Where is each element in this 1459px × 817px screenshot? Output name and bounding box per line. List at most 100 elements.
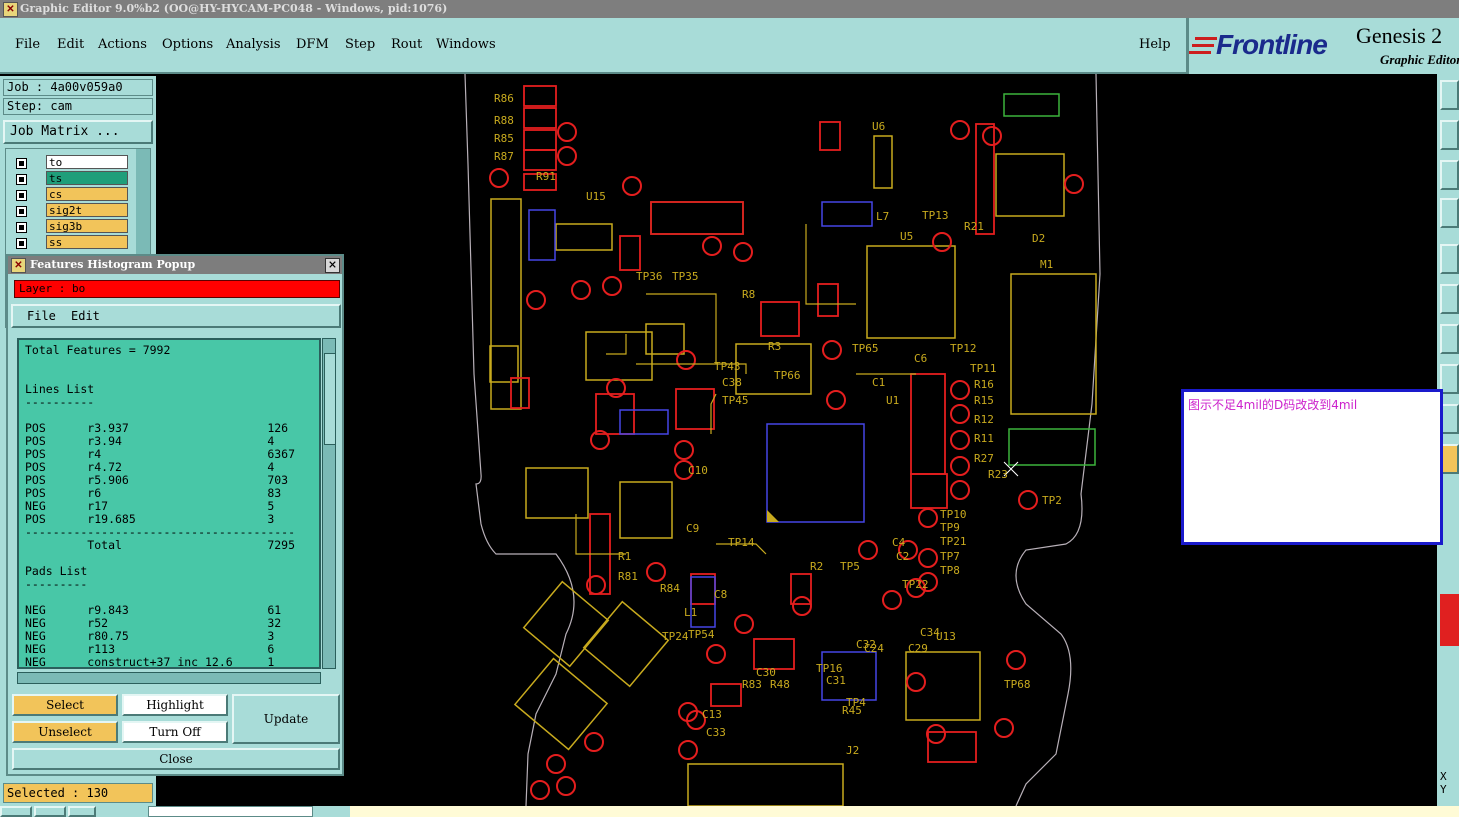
- selected-status: Selected : 130: [3, 783, 153, 803]
- layer-name[interactable]: sig3b: [46, 219, 128, 233]
- job-matrix-button[interactable]: Job Matrix ...: [3, 120, 153, 144]
- pcb-label: L7: [876, 210, 889, 223]
- menu-analysis[interactable]: Analysis: [226, 37, 281, 52]
- histogram-list: Total Features = 7992 Lines List ---------…: [17, 338, 321, 669]
- menu-edit[interactable]: Edit: [57, 37, 84, 52]
- histogram-vertical-scrollbar[interactable]: [322, 338, 336, 669]
- turn-off-button[interactable]: Turn Off: [122, 721, 228, 743]
- layer-name[interactable]: ts: [46, 171, 128, 185]
- toolbar-button-2[interactable]: [1440, 120, 1459, 150]
- close-button[interactable]: Close: [12, 748, 340, 770]
- menu-windows[interactable]: Windows: [436, 37, 496, 52]
- layer-row[interactable]: ss: [14, 235, 130, 251]
- brand-logo-text: Frontline: [1216, 29, 1328, 60]
- pcb-label: R84: [660, 582, 680, 595]
- pcb-label: TP14: [728, 536, 755, 549]
- popup-icon: ✕: [11, 258, 26, 273]
- popup-menu-edit[interactable]: Edit: [71, 309, 100, 323]
- scrollbar-thumb[interactable]: [324, 353, 336, 445]
- window-title-bar: ✕ Graphic Editor 9.0%b2 (OO@HY-HYCAM-PC0…: [0, 0, 1459, 18]
- pcb-label: C4: [892, 536, 906, 549]
- layer-name[interactable]: sig2t: [46, 203, 128, 217]
- bottom-status-bar: [0, 806, 1459, 817]
- pcb-label: C24: [864, 642, 884, 655]
- menu-file[interactable]: File: [15, 37, 40, 52]
- update-button[interactable]: Update: [232, 694, 340, 744]
- layer-checkbox[interactable]: [16, 222, 27, 233]
- layer-checkbox[interactable]: [16, 174, 27, 185]
- layer-name[interactable]: to: [46, 155, 128, 169]
- layer-row[interactable]: ts: [14, 171, 130, 187]
- menu-rout[interactable]: Rout: [391, 37, 422, 52]
- pad-groups: [510, 85, 995, 763]
- pcb-label: R15: [974, 394, 994, 407]
- layer-name[interactable]: ss: [46, 235, 128, 249]
- pcb-label: TP5: [840, 560, 860, 573]
- pcb-label: TP45: [722, 394, 749, 407]
- pcb-label: R16: [974, 378, 994, 391]
- bottom-slot-2[interactable]: [34, 806, 66, 817]
- pcb-label: TP35: [672, 270, 699, 283]
- pcb-label: R83: [742, 678, 762, 691]
- pcb-label: C10: [688, 464, 708, 477]
- pcb-label: R27: [974, 452, 994, 465]
- toolbar-button-6[interactable]: [1440, 284, 1459, 314]
- histogram-horizontal-scrollbar[interactable]: [17, 672, 321, 684]
- blue-parts: [528, 201, 877, 701]
- layer-row[interactable]: cs: [14, 187, 130, 203]
- pcb-label: TP22: [902, 578, 929, 591]
- layer-name[interactable]: cs: [46, 187, 128, 201]
- toolbar-button-7[interactable]: [1440, 324, 1459, 354]
- bottom-slot-3[interactable]: [68, 806, 96, 817]
- layer-row[interactable]: sig3b: [14, 219, 130, 235]
- pcb-label: R87: [494, 150, 514, 163]
- menu-actions[interactable]: Actions: [98, 37, 147, 52]
- bottom-slot-1[interactable]: [0, 806, 32, 817]
- pcb-label: R23: [988, 468, 1008, 481]
- pcb-label: TP66: [774, 369, 801, 382]
- toolbar-button-3[interactable]: [1440, 160, 1459, 190]
- traces: [575, 224, 916, 555]
- layer-row[interactable]: sig2t: [14, 203, 130, 219]
- center-ic[interactable]: [766, 423, 865, 523]
- pcb-label: C9: [686, 522, 699, 535]
- pcb-label: TP12: [950, 342, 977, 355]
- histogram-line: NEG construct+37_inc_12.6 1: [25, 655, 275, 669]
- popup-menu-file[interactable]: File: [27, 309, 56, 323]
- layer-checkbox[interactable]: [16, 206, 27, 217]
- histogram-line: Total 7295: [25, 538, 296, 552]
- annotation-note[interactable]: 图示不足4mil的D码改改到4mil: [1181, 389, 1443, 545]
- layer-checkbox[interactable]: [16, 238, 27, 249]
- pcb-label: TP21: [940, 535, 967, 548]
- pcb-label: R91: [536, 170, 556, 183]
- toolbar-indicator: [1440, 594, 1459, 646]
- menu-options[interactable]: Options: [162, 37, 213, 52]
- layer-checkbox[interactable]: [16, 190, 27, 201]
- toolbar-button-1[interactable]: [1440, 80, 1459, 110]
- pcb-label: C13: [702, 708, 722, 721]
- job-field: Job : 4a00v059a0: [3, 79, 153, 96]
- layer-checkbox[interactable]: [16, 158, 27, 169]
- pcb-label: U15: [586, 190, 606, 203]
- highlight-button[interactable]: Highlight: [122, 694, 228, 716]
- pcb-label: C30: [756, 666, 776, 679]
- pcb-label: TP68: [1004, 678, 1031, 691]
- toolbar-button-4[interactable]: [1440, 198, 1459, 228]
- pcb-label: TP54: [688, 628, 715, 641]
- menu-dfm[interactable]: DFM: [296, 37, 329, 52]
- command-input[interactable]: [148, 806, 313, 817]
- select-button[interactable]: Select: [12, 694, 118, 716]
- pcb-label: C8: [714, 588, 727, 601]
- coordinate-readout: XY: [1440, 770, 1447, 796]
- toolbar-button-5[interactable]: [1440, 244, 1459, 274]
- layer-row[interactable]: to: [14, 155, 130, 171]
- menu-help[interactable]: Help: [1139, 37, 1171, 52]
- unselect-button[interactable]: Unselect: [12, 721, 118, 743]
- menu-step[interactable]: Step: [345, 37, 375, 52]
- popup-layer-field: Layer : bo: [14, 280, 340, 298]
- annotation-text: 图示不足4mil的D码改改到4mil: [1188, 398, 1358, 412]
- pcb-label: U1: [886, 394, 899, 407]
- popup-close-icon[interactable]: ×: [325, 258, 340, 273]
- pcb-label: TP10: [940, 508, 967, 521]
- pcb-label: TP8: [940, 564, 960, 577]
